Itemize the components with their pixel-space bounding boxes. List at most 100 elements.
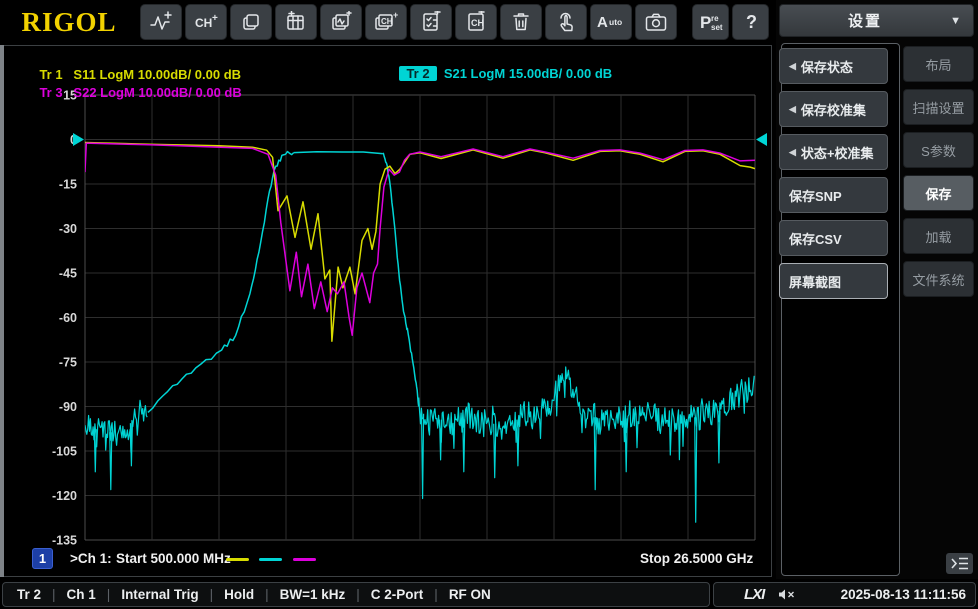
sidebar-title: 设置 (848, 13, 883, 30)
window-channel-button[interactable]: CH + (365, 4, 407, 40)
layers-icon (240, 11, 262, 33)
touch-button[interactable] (545, 4, 587, 40)
submenu-arrow-icon: ◀ (789, 146, 796, 157)
help-icon: ? (743, 11, 759, 33)
submenu-item-6[interactable]: 屏幕截图 (779, 263, 888, 299)
recall-state-button[interactable] (410, 4, 452, 40)
trace3-params: S22 LogM 10.00dB/ 0.00 dB (73, 85, 242, 100)
tab-label: S参数 (921, 143, 956, 159)
trace-label-tr2[interactable]: Tr 2 S21 LogM 15.00dB/ 0.00 dB (385, 51, 612, 96)
chevron-down-icon: ▼ (950, 14, 961, 27)
auto-icon: Auto (596, 12, 626, 32)
svg-text:uto: uto (609, 17, 622, 27)
sidebar-tab-1[interactable]: 布局 (903, 46, 974, 82)
svg-text:+: + (393, 11, 398, 20)
submenu-label: 保存CSV (789, 231, 842, 247)
window-layout-button[interactable] (230, 4, 272, 40)
submenu-label: 保存校准集 (800, 102, 866, 118)
svg-text:P: P (700, 13, 711, 32)
legend-swatch-s11 (226, 558, 249, 561)
help-button[interactable]: ? (732, 4, 769, 40)
tab-label: 文件系统 (912, 272, 965, 288)
tab-label: 保存 (925, 186, 952, 202)
recall-channel-button[interactable]: CH (455, 4, 497, 40)
svg-text:CH: CH (381, 17, 393, 26)
svg-text:?: ? (746, 12, 757, 32)
preset-button[interactable]: Pre set (692, 4, 729, 40)
channel-new-icon: CH + (193, 12, 219, 32)
trace-label-tr3[interactable]: Tr 3 S22 LogM 10.00dB/ 0.00 dB (25, 70, 242, 115)
camera-icon (644, 12, 668, 32)
sidebar-tab-3[interactable]: S参数 (903, 132, 974, 168)
chart-window[interactable] (1, 45, 772, 577)
start-frequency-label[interactable]: Start 500.000 MHz (116, 551, 231, 566)
status-separator: | (356, 587, 360, 602)
status-separator: | (209, 587, 214, 602)
sidebar-tab-6[interactable]: 文件系统 (903, 261, 974, 297)
table-new-button[interactable] (275, 4, 317, 40)
window-active-edge (0, 45, 4, 577)
trace2-params: S21 LogM 15.00dB/ 0.00 dB (443, 66, 613, 81)
table-plus-icon (285, 11, 307, 33)
submenu-item-5[interactable]: 保存CSV (779, 220, 888, 256)
tab-label: 布局 (925, 57, 952, 73)
submenu-label: 状态+校准集 (800, 145, 874, 161)
submenu-item-3[interactable]: ◀ 状态+校准集 (779, 134, 888, 170)
trash-icon (511, 11, 531, 33)
datetime-label: 2025-08-13 11:11:56 (840, 587, 966, 602)
status-item-4: Hold (224, 587, 255, 602)
status-item-3: Internal Trig (121, 587, 199, 602)
sidebar-tab-5[interactable]: 加载 (903, 218, 974, 254)
screenshot-button[interactable] (635, 4, 677, 40)
status-item-7: RF ON (448, 587, 491, 602)
window-channel-icon: CH + (374, 11, 398, 33)
submenu-item-4[interactable]: 保存SNP (779, 177, 888, 213)
submenu-label: 保存SNP (789, 188, 842, 204)
toolbar-buttons: CH + CH + CH Auto Pre set? (140, 4, 772, 40)
delete-button[interactable] (500, 4, 542, 40)
submenu-arrow-icon: ◀ (789, 60, 796, 71)
window-trace-button[interactable] (320, 4, 362, 40)
sidebar-tab-2[interactable]: 扫描设置 (903, 89, 974, 125)
status-items: Tr 2 | Ch 1 | Internal Trig | Hold | BW=1 kHz | C … (2, 582, 710, 607)
status-bar: Tr 2 | Ch 1 | Internal Trig | Hold | BW=1 kHz | C … (0, 580, 978, 609)
trace3-id: Tr 3 (39, 85, 63, 100)
page-check-icon (420, 11, 442, 33)
vna-screen: RIGOL CH + CH + CH Auto Pre set? 15 0 -15 -30 -45 -6… (0, 0, 978, 609)
autoscale-button[interactable]: Auto (590, 4, 632, 40)
svg-text:+: + (212, 13, 218, 24)
trace2-active-badge: Tr 2 (399, 66, 437, 81)
status-item-1: Tr 2 (17, 587, 42, 602)
status-separator: | (434, 587, 438, 602)
submenu-item-1[interactable]: ◀ 保存状态 (779, 48, 888, 84)
window-trace-icon (330, 11, 352, 33)
stop-frequency-label[interactable]: Stop 26.5000 GHz (640, 551, 753, 566)
page-channel-icon: CH (465, 11, 487, 33)
status-separator: | (106, 587, 111, 602)
submenu-label: 保存状态 (800, 59, 853, 75)
speaker-mute-icon[interactable] (778, 588, 795, 601)
trace-new-button[interactable] (140, 4, 182, 40)
svg-text:CH: CH (195, 16, 212, 30)
submenu-arrow-icon: ◀ (789, 103, 796, 114)
submenu-item-2[interactable]: ◀ 保存校准集 (779, 91, 888, 127)
status-item-5: BW=1 kHz (279, 587, 346, 602)
status-item-6: C 2-Port (370, 587, 424, 602)
submenu-label: 屏幕截图 (789, 274, 842, 290)
status-separator: | (52, 587, 56, 602)
sidebar-tab-4[interactable]: 保存 (903, 175, 974, 211)
channel-new-button[interactable]: CH + (185, 4, 227, 40)
status-separator: | (265, 587, 269, 602)
rigol-logo: RIGOL (21, 6, 117, 37)
window-number-badge[interactable]: 1 (32, 548, 53, 569)
trace-new-icon (149, 11, 173, 33)
lxi-logo: LXI (744, 586, 765, 603)
menu-collapse-button[interactable] (946, 553, 973, 574)
settings-sidebar: 设置 ▼ ◀ 保存状态 ◀ 保存校准集 ◀ 状态+校准集保存SNP 保存CSV 屏幕截图 布局… (776, 0, 978, 579)
legend-swatch-s22 (293, 558, 316, 561)
touch-icon (555, 11, 577, 33)
channel-row: 1 >Ch 1: Start 500.000 MHz Stop 26.5000 … (0, 548, 772, 572)
svg-text:A: A (597, 14, 608, 31)
tab-label: 扫描设置 (912, 100, 965, 116)
sidebar-header-button[interactable]: 设置 ▼ (779, 4, 974, 37)
